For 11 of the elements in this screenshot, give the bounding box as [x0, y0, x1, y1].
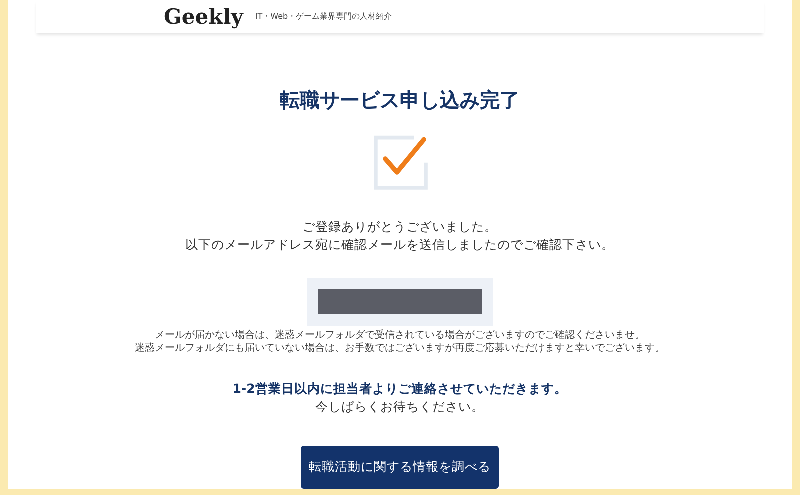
wait-text: 今しばらくお待ちください。 [316, 398, 484, 416]
note-text: メールが届かない場合は、迷惑メールフォルダで受信されている場合がございますのでご確認くださいませ。 [154, 328, 646, 342]
message-text: 以下のメールアドレス宛に確認メールを送信しましたのでご確認下さい。 [186, 236, 614, 254]
tagline: IT・Web・ゲーム業界専門の人材紹介 [255, 10, 392, 22]
message-text: ご登録ありがとうございました。 [302, 218, 498, 236]
page-title: 転職サービス申し込み完了 [280, 86, 520, 114]
job-info-button[interactable]: 転職活動に関する情報を調べる [301, 446, 499, 490]
note-text: 迷惑メールフォルダにも届いていない場合は、お手数ではございますが再度ご応募いただけますと幸いでございます。 [135, 342, 665, 355]
logo[interactable]: Geekly [164, 4, 244, 29]
checkbox-check-icon [371, 134, 429, 190]
contact-notice: 1-2営業日以内に担当者よりご連絡させていただきます。 [232, 380, 568, 398]
